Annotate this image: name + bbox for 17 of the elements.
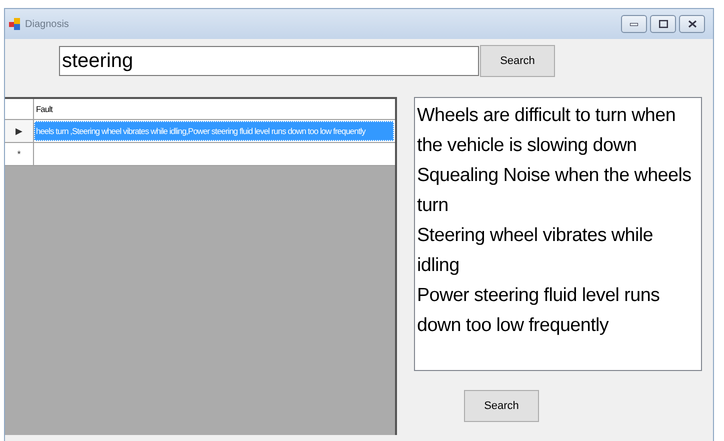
close-button[interactable]: [679, 15, 705, 33]
row-header-marker: ▶: [16, 126, 22, 136]
table-row[interactable]: *: [5, 143, 395, 166]
column-header[interactable]: Fault: [36, 104, 52, 114]
minimize-button[interactable]: [621, 15, 647, 33]
table-row[interactable]: ▶ heels turn ,Steering wheel vibrates while idling,Power steering fluid level runs down too low frequently: [5, 120, 395, 143]
search-button[interactable]: Search: [464, 390, 539, 422]
close-icon: [688, 20, 696, 28]
maximize-button[interactable]: [650, 15, 676, 33]
search-button[interactable]: Search: [480, 45, 555, 77]
app-icon: [9, 18, 21, 30]
maximize-icon: [658, 20, 668, 28]
results-text-area[interactable]: Wheels are difficult to turn when the vehicle is slowing down Squealing Noise when the wheels turn Steering wheel vibrates while idling Power steering fluid level runs down too low frequently: [414, 97, 702, 371]
search-field[interactable]: steering: [59, 46, 479, 76]
window-title: Diagnosis: [25, 18, 70, 30]
row-header-marker: *: [17, 149, 21, 159]
minimize-icon: [630, 22, 638, 26]
